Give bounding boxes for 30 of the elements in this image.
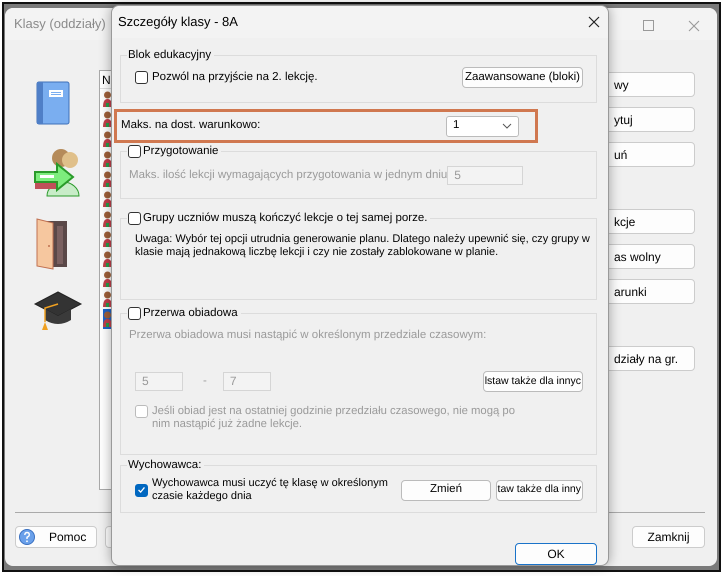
close-button[interactable]: Zamknij: [632, 526, 705, 548]
checkbox[interactable]: [135, 405, 148, 418]
dropdown[interactable]: 1: [446, 116, 519, 136]
separator-text: -: [203, 374, 207, 390]
field-label: Maks. ilość lekcji wymagających przygotowania w jednym dniu: [129, 168, 448, 183]
checkbox[interactable]: [128, 307, 141, 320]
help-button[interactable]: Pomoc: [15, 526, 97, 548]
help-icon: [19, 529, 35, 545]
description-text: Przerwa obiadowa musi nastąpić w określonym przedziale czasowym:: [128, 328, 488, 343]
change-button[interactable]: Zmień: [401, 480, 491, 500]
checkbox[interactable]: [135, 484, 148, 496]
dialog-title: Szczegóły klasy - 8A: [117, 13, 238, 32]
checkbox-label[interactable]: Grupy uczniów muszą kończyć lekcje o tej samej porze.: [143, 211, 428, 226]
ok-button[interactable]: OK: [515, 543, 597, 565]
close-icon[interactable]: [588, 16, 600, 28]
apply-button[interactable]: taw także dla inny: [496, 480, 583, 500]
window-title: Klasy (oddziały): [13, 15, 106, 34]
checkbox[interactable]: [128, 212, 141, 225]
chevron-down-icon: [502, 123, 512, 129]
note-text: Uwaga: Wybór tej opcji utrudnia generowanie planu. Dlatego należy upewnić się, czy grupy w klasie mają jednakową liczbę lekcji i czy nie zostały zablokowane w planie.: [135, 233, 590, 259]
maximize-icon[interactable]: [643, 20, 654, 31]
checkbox[interactable]: [128, 145, 141, 158]
group-legend: Wychowawca:: [128, 458, 202, 473]
field-label: Maks. na dost. warunkowo:: [121, 118, 260, 134]
apply-button[interactable]: lstaw także dla innyc: [482, 371, 583, 392]
checkbox[interactable]: [135, 71, 148, 84]
group-legend: Blok edukacyjny: [128, 48, 212, 63]
checkbox-label[interactable]: Wychowawca musi uczyć tę klasę w określonym czasie każdego dnia: [152, 477, 397, 503]
advanced-button[interactable]: Zaawansowane (bloki): [462, 67, 583, 88]
checkbox-label[interactable]: Pozwól na przyjście na 2. lekcję.: [152, 68, 318, 86]
